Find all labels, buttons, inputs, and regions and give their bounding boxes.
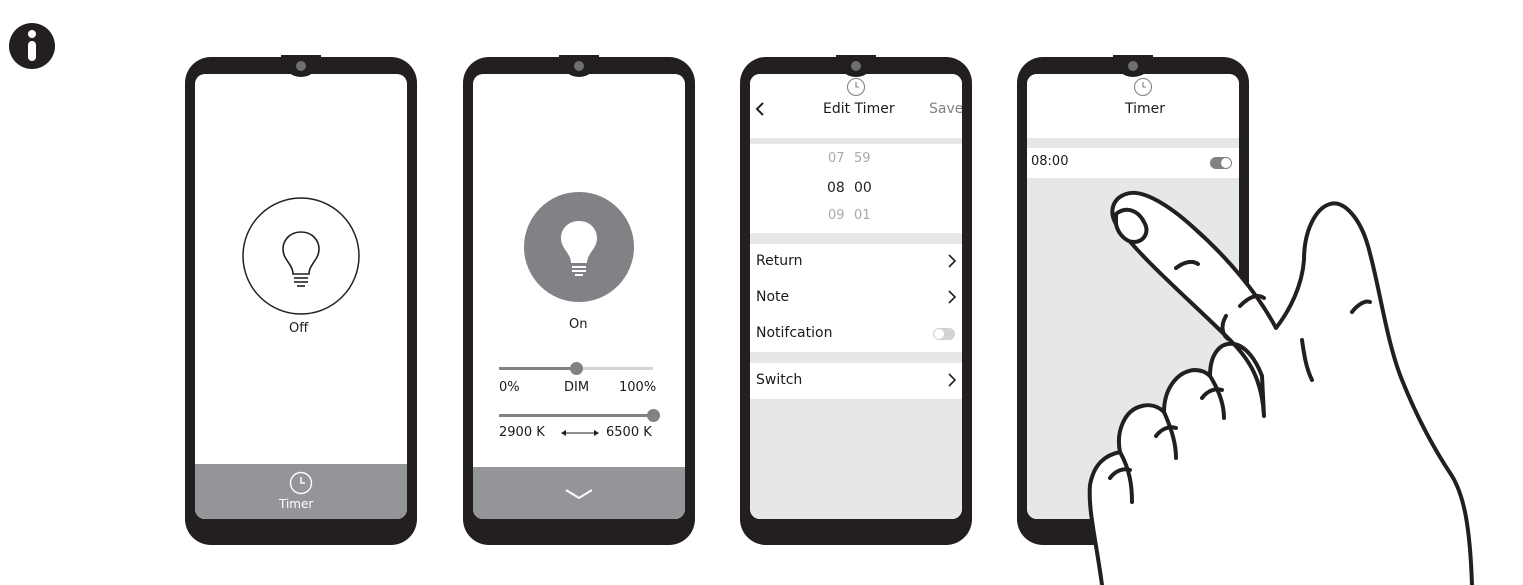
cct-min-label: 2900 K: [499, 425, 545, 440]
chevron-down-icon: [565, 489, 593, 500]
save-button[interactable]: Save: [929, 101, 962, 117]
clock-icon: [289, 471, 313, 495]
picker-current-minute: 00: [854, 180, 872, 196]
clock-icon: [1133, 77, 1153, 97]
timer-entry-time: 08:00: [1031, 154, 1069, 169]
note-label: Note: [756, 289, 790, 305]
note-row[interactable]: Note: [750, 280, 962, 316]
camera-dot: [296, 61, 306, 71]
edit-timer-header: Edit Timer Save: [750, 74, 962, 138]
dim-slider-knob[interactable]: [569, 362, 583, 375]
return-row[interactable]: Return: [750, 244, 962, 280]
notification-row: Notifcation: [750, 316, 962, 352]
picker-prev-minute: 59: [854, 151, 871, 166]
chevron-right-icon: [948, 373, 957, 387]
dim-slider-fill: [499, 367, 576, 370]
dim-min-label: 0%: [499, 380, 520, 395]
bulb-on-button[interactable]: [523, 191, 635, 303]
phone-screen: Edit Timer Save 07 59 08 00 09 01 Return…: [750, 74, 962, 519]
camera-dot: [574, 61, 584, 71]
double-arrow-icon: [561, 430, 599, 436]
return-label: Return: [756, 253, 803, 269]
bulb-off-button[interactable]: [241, 196, 361, 316]
hand-pointer-illustration: [1087, 190, 1474, 585]
picker-next-hour: 09: [828, 208, 845, 223]
dim-max-label: 100%: [619, 380, 657, 395]
chevron-right-icon: [948, 290, 957, 304]
phone-on-screen: On 0% DIM 100% 2900 K 6500 K: [463, 55, 695, 545]
picker-current-hour: 08: [827, 180, 845, 196]
timer-label: Timer: [279, 497, 314, 511]
switch-row[interactable]: Switch: [750, 363, 962, 399]
notification-label: Notifcation: [756, 325, 833, 341]
info-icon: [9, 23, 55, 69]
notification-toggle[interactable]: [933, 328, 955, 340]
time-picker[interactable]: 07 59 08 00 09 01: [750, 144, 962, 233]
back-arrow-icon[interactable]: [755, 102, 765, 116]
timer-header: Timer: [1027, 74, 1239, 138]
clock-icon: [846, 77, 866, 97]
toggle-knob: [1221, 158, 1231, 168]
timer-entry-toggle[interactable]: [1210, 157, 1232, 169]
chevron-right-icon: [948, 254, 957, 268]
picker-prev-hour: 07: [828, 151, 845, 166]
toggle-knob: [934, 329, 944, 339]
phone-screen: On 0% DIM 100% 2900 K 6500 K: [473, 74, 685, 519]
timer-title: Timer: [1125, 101, 1166, 117]
collapse-button[interactable]: [473, 467, 685, 519]
edit-timer-title: Edit Timer: [823, 101, 895, 117]
cct-slider-fill: [499, 414, 653, 417]
timer-button[interactable]: Timer: [195, 464, 407, 519]
phone-edit-timer-screen: Edit Timer Save 07 59 08 00 09 01 Return…: [740, 55, 972, 545]
phone-screen: Off Timer: [195, 74, 407, 519]
camera-dot: [851, 61, 861, 71]
switch-label: Switch: [756, 372, 803, 388]
bulb-status-label: Off: [289, 321, 309, 336]
cct-slider-knob[interactable]: [646, 409, 660, 422]
cct-max-label: 6500 K: [606, 425, 652, 440]
timer-entry-row[interactable]: 08:00: [1027, 148, 1239, 178]
bulb-status-label: On: [569, 317, 588, 332]
picker-next-minute: 01: [854, 208, 871, 223]
dim-label: DIM: [564, 380, 590, 395]
camera-dot: [1128, 61, 1138, 71]
phone-off-screen: Off Timer: [185, 55, 417, 545]
